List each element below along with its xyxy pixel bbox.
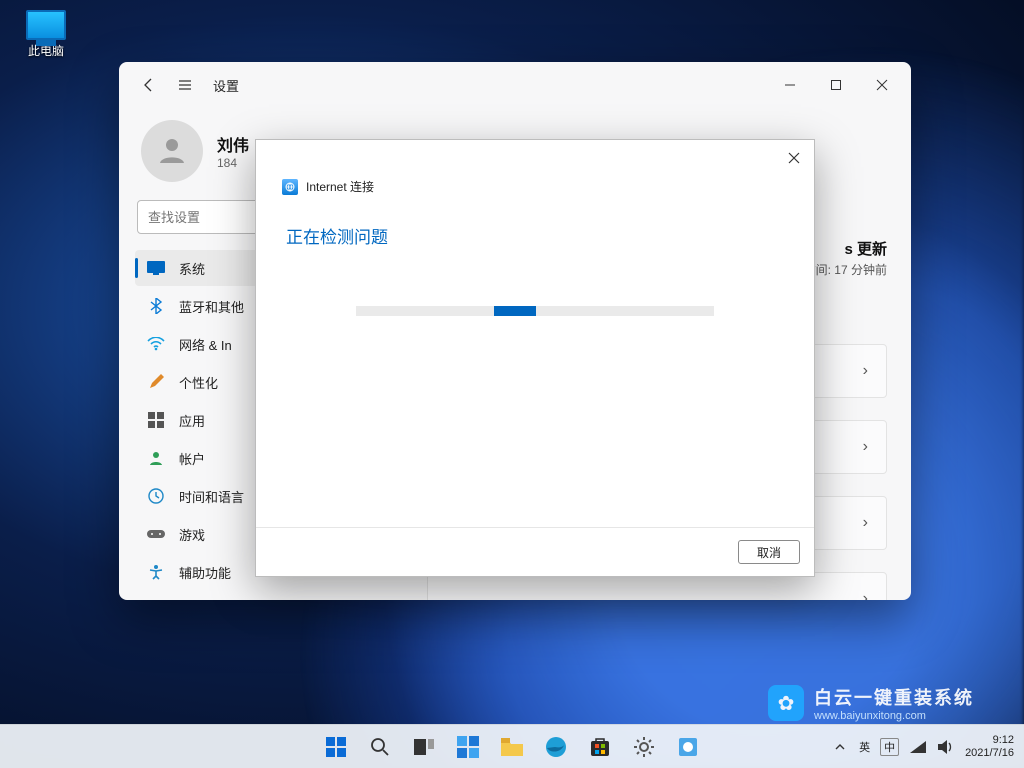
sidebar-item-label: 网络 & In bbox=[179, 335, 232, 354]
ime-language[interactable]: 英 bbox=[859, 739, 870, 755]
chevron-right-icon: › bbox=[863, 362, 868, 380]
task-view-button[interactable] bbox=[405, 728, 443, 766]
hamburger-button[interactable] bbox=[167, 67, 203, 103]
dialog-status-text: 正在检测问题 bbox=[256, 201, 814, 248]
file-explorer-button[interactable] bbox=[493, 728, 531, 766]
bluetooth-icon bbox=[147, 297, 165, 315]
chevron-right-icon: › bbox=[863, 438, 868, 456]
progress-chunk bbox=[494, 306, 536, 316]
accessibility-icon bbox=[147, 563, 165, 581]
watermark: ✿ 白云一键重装系统 www.baiyunxitong.com bbox=[768, 684, 974, 722]
globe-icon bbox=[282, 179, 298, 195]
internet-connection-dialog: Internet 连接 正在检测问题 取消 bbox=[255, 139, 815, 577]
store-button[interactable] bbox=[581, 728, 619, 766]
sidebar-item-label: 帐户 bbox=[179, 449, 205, 468]
settings-titlebar: 设置 bbox=[119, 62, 911, 108]
brush-icon bbox=[147, 373, 165, 391]
sidebar-item-label: 系统 bbox=[179, 259, 205, 278]
dialog-title: Internet 连接 bbox=[306, 178, 374, 195]
chevron-right-icon: › bbox=[863, 514, 868, 532]
window-minimize[interactable] bbox=[767, 67, 813, 103]
widgets-button[interactable] bbox=[449, 728, 487, 766]
gaming-icon bbox=[147, 525, 165, 543]
settings-taskbar-button[interactable] bbox=[625, 728, 663, 766]
wifi-icon bbox=[147, 335, 165, 353]
system-icon bbox=[147, 259, 165, 277]
sidebar-item-label: 个性化 bbox=[179, 373, 218, 392]
monitor-icon bbox=[26, 10, 66, 40]
dialog-header: Internet 连接 bbox=[256, 140, 814, 201]
watermark-url: www.baiyunxitong.com bbox=[814, 710, 974, 722]
ime-mode[interactable]: 中 bbox=[880, 738, 899, 756]
taskbar-date: 2021/7/16 bbox=[965, 747, 1014, 760]
settings-title: 设置 bbox=[213, 76, 239, 95]
window-close[interactable] bbox=[859, 67, 905, 103]
sidebar-item-label: 应用 bbox=[179, 411, 205, 430]
back-button[interactable] bbox=[131, 67, 167, 103]
edge-button[interactable] bbox=[537, 728, 575, 766]
chevron-right-icon: › bbox=[863, 590, 868, 600]
start-button[interactable] bbox=[317, 728, 355, 766]
avatar-icon bbox=[141, 120, 203, 182]
sidebar-item-label: 时间和语言 bbox=[179, 487, 244, 506]
dialog-close-button[interactable] bbox=[778, 144, 810, 172]
sidebar-item-label: 蓝牙和其他 bbox=[179, 297, 244, 316]
watermark-brand: 白云一键重装系统 bbox=[814, 684, 974, 710]
profile-name: 刘伟 bbox=[217, 132, 249, 156]
sidebar-item-label: 游戏 bbox=[179, 525, 205, 544]
taskbar-clock[interactable]: 9:12 2021/7/16 bbox=[965, 734, 1014, 759]
taskbar-search-button[interactable] bbox=[361, 728, 399, 766]
cancel-button[interactable]: 取消 bbox=[738, 540, 800, 564]
volume-tray-icon[interactable] bbox=[937, 738, 955, 756]
troubleshooter-taskbar-button[interactable] bbox=[669, 728, 707, 766]
clock-icon bbox=[147, 487, 165, 505]
desktop-icon-label: 此电脑 bbox=[28, 44, 64, 58]
window-maximize[interactable] bbox=[813, 67, 859, 103]
watermark-badge-icon: ✿ bbox=[768, 685, 804, 721]
profile-email: 184 bbox=[217, 156, 249, 170]
sidebar-item-label: 辅助功能 bbox=[179, 563, 231, 582]
tray-chevron-icon[interactable] bbox=[831, 738, 849, 756]
apps-icon bbox=[147, 411, 165, 429]
progress-bar bbox=[356, 306, 714, 316]
desktop-icon-this-pc[interactable]: 此电脑 bbox=[12, 6, 80, 60]
network-tray-icon[interactable] bbox=[909, 738, 927, 756]
account-icon bbox=[147, 449, 165, 467]
taskbar-time: 9:12 bbox=[965, 734, 1014, 747]
taskbar: 英 中 9:12 2021/7/16 bbox=[0, 724, 1024, 768]
